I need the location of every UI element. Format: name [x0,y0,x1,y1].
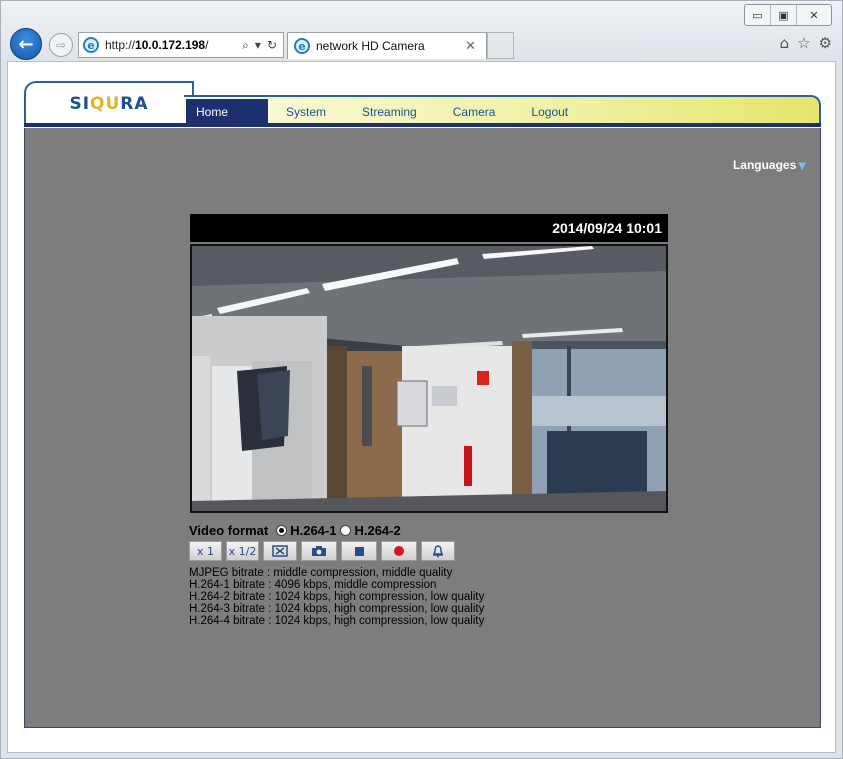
back-button[interactable]: ← [10,28,42,60]
ie-icon: e [294,38,310,54]
fullscreen-icon [272,545,288,557]
video-format-label: Video format [189,522,269,538]
bell-icon [433,544,443,557]
record-button[interactable] [381,541,417,561]
refresh-icon[interactable]: ↻ [267,38,277,53]
new-tab-button[interactable] [487,32,514,59]
logo: SIQURA [24,81,194,125]
live-video[interactable] [190,244,668,513]
bitrate-line: MJPEG bitrate : middle compression, midd… [189,567,453,579]
browser-toolbar-icons: ⌂ ☆ ⚙ [780,34,832,52]
close-tab-icon[interactable]: ✕ [465,39,476,54]
nav-home[interactable]: Home [186,99,269,125]
home-icon[interactable]: ⌂ [780,34,790,52]
ie-icon: e [83,37,99,53]
control-buttons: x 1 x 1/2 [189,541,669,561]
radio-h264-1-label[interactable]: H.264-1 [290,523,336,538]
video-controls: Video format H.264-1 H.264-2 x 1 x 1/2 M… [189,522,669,627]
main-nav: Home System Streaming Camera Logout [184,95,821,125]
nav-camera[interactable]: Camera [435,99,514,125]
nav-system[interactable]: System [268,99,344,125]
radio-h264-2-label[interactable]: H.264-2 [354,523,400,538]
arrow-right-icon: ⇨ [55,38,67,52]
maximize-button[interactable]: ▣ [771,5,797,25]
fullscreen-button[interactable] [263,541,297,561]
record-icon [394,546,404,556]
page-viewport: SIQURA Home System Streaming Camera Logo… [7,61,836,753]
video-format-row: Video format H.264-1 H.264-2 [189,522,669,538]
header-divider [24,123,821,127]
video-frame [192,246,666,511]
minimize-button[interactable]: ▭ [745,5,771,25]
timestamp-bar: 2014/09/24 10:01 [190,214,668,242]
bitrate-line: H.264-1 bitrate : 4096 kbps, middle comp… [189,579,437,591]
bitrate-info: MJPEG bitrate : middle compression, midd… [189,567,669,627]
chevron-down-icon: ▼ [798,161,806,172]
languages-menu[interactable]: Languages ▼ [733,158,806,172]
snapshot-button[interactable] [301,541,337,561]
nav-logout[interactable]: Logout [513,99,586,125]
stop-icon [354,546,364,556]
star-icon[interactable]: ☆ [797,34,810,52]
radio-h264-2[interactable] [340,524,352,536]
url-text[interactable]: http://10.0.172.198/ [105,38,208,52]
nav-streaming[interactable]: Streaming [344,99,435,125]
stop-button[interactable] [341,541,377,561]
live-view-panel: Languages ▼ 2014/09/24 10:01 Video forma… [24,128,821,728]
browser-window: ▭ ▣ ✕ ← ⇨ e http://10.0.172.198/ ⌕ ▾ ↻ e… [0,0,843,759]
alarm-button[interactable] [421,541,455,561]
dropdown-icon[interactable]: ▾ [255,38,261,53]
close-window-button[interactable]: ✕ [797,5,831,25]
arrow-left-icon: ← [18,33,34,55]
address-bar[interactable]: e http://10.0.172.198/ ⌕ ▾ ↻ [78,32,284,58]
camera-icon [312,546,326,556]
browser-tab[interactable]: e network HD Camera ✕ [287,32,487,59]
forward-button[interactable]: ⇨ [49,33,73,57]
bitrate-line: H.264-4 bitrate : 1024 kbps, high compre… [189,615,485,627]
gear-icon[interactable]: ⚙ [819,34,832,52]
languages-label: Languages [732,158,797,172]
zoom-half-button[interactable]: x 1/2 [226,541,259,561]
zoom-1x-button[interactable]: x 1 [189,541,222,561]
address-actions: ⌕ ▾ ↻ [242,38,283,53]
bitrate-line: H.264-3 bitrate : 1024 kbps, high compre… [189,603,485,615]
camera-header: SIQURA Home System Streaming Camera Logo… [24,81,821,127]
search-icon[interactable]: ⌕ [242,38,249,53]
logo-text: SIQURA [69,94,149,114]
bitrate-line: H.264-2 bitrate : 1024 kbps, high compre… [189,591,485,603]
browser-chrome: ▭ ▣ ✕ ← ⇨ e http://10.0.172.198/ ⌕ ▾ ↻ e… [1,1,842,61]
timestamp: 2014/09/24 10:01 [552,220,662,236]
tab-title: network HD Camera [316,39,425,53]
radio-h264-1[interactable] [276,524,288,536]
window-controls: ▭ ▣ ✕ [744,4,832,26]
